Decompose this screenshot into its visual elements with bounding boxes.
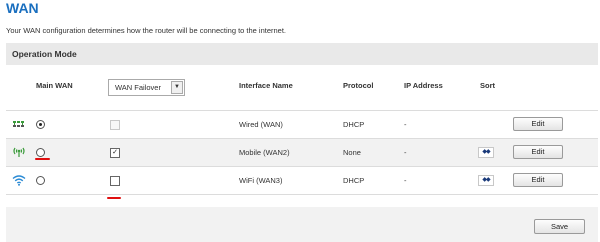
column-header-main-wan: Main WAN xyxy=(36,81,73,90)
wired-ethernet-icon xyxy=(12,117,26,131)
operation-mode-panel-header: Operation Mode xyxy=(6,43,598,65)
interface-name: Wired (WAN) xyxy=(239,120,283,129)
wan-mode-select-value: WAN Failover xyxy=(115,83,161,92)
mobile-antenna-icon xyxy=(12,145,26,159)
main-wan-radio-mobile[interactable] xyxy=(36,148,45,157)
ip-address-value: - xyxy=(404,120,407,129)
edit-button-mobile[interactable]: Edit xyxy=(513,145,563,159)
protocol-value: DHCP xyxy=(343,176,365,185)
sort-arrows-icon[interactable]: ◆◆ xyxy=(478,147,494,158)
page-description: Your WAN configuration determines how th… xyxy=(6,26,287,35)
ip-address-value: - xyxy=(404,148,407,157)
failover-checkbox-wired xyxy=(110,120,120,130)
wifi-icon xyxy=(12,173,26,187)
ip-address-value: - xyxy=(404,176,407,185)
column-header-protocol: Protocol xyxy=(343,81,374,90)
table-row: ✓ Mobile (WAN2) None - ◆◆ Edit xyxy=(6,139,598,166)
column-header-sort: Sort xyxy=(480,81,495,90)
table-row: Wired (WAN) DHCP - Edit xyxy=(6,111,598,138)
column-header-interface-name: Interface Name xyxy=(239,81,293,90)
interface-name: Mobile (WAN2) xyxy=(239,148,290,157)
annotation-underline xyxy=(107,197,121,199)
edit-button-wifi[interactable]: Edit xyxy=(513,173,563,187)
footer-bar xyxy=(6,207,598,242)
main-wan-radio-wifi[interactable] xyxy=(36,176,45,185)
row-divider xyxy=(6,194,598,195)
wan-mode-select[interactable]: WAN Failover ▼ xyxy=(108,79,185,96)
interface-name: WiFi (WAN3) xyxy=(239,176,283,185)
page-title: WAN xyxy=(6,0,39,16)
protocol-value: None xyxy=(343,148,361,157)
sort-arrows-icon[interactable]: ◆◆ xyxy=(478,175,494,186)
chevron-down-icon[interactable]: ▼ xyxy=(171,81,183,94)
annotation-underline xyxy=(35,158,50,160)
failover-checkbox-mobile[interactable]: ✓ xyxy=(110,148,120,158)
failover-checkbox-wifi[interactable] xyxy=(110,176,120,186)
main-wan-radio-wired[interactable] xyxy=(36,120,45,129)
protocol-value: DHCP xyxy=(343,120,365,129)
column-header-ip-address: IP Address xyxy=(404,81,443,90)
save-button[interactable]: Save xyxy=(534,219,585,234)
edit-button-wired[interactable]: Edit xyxy=(513,117,563,131)
table-row: WiFi (WAN3) DHCP - ◆◆ Edit xyxy=(6,167,598,194)
